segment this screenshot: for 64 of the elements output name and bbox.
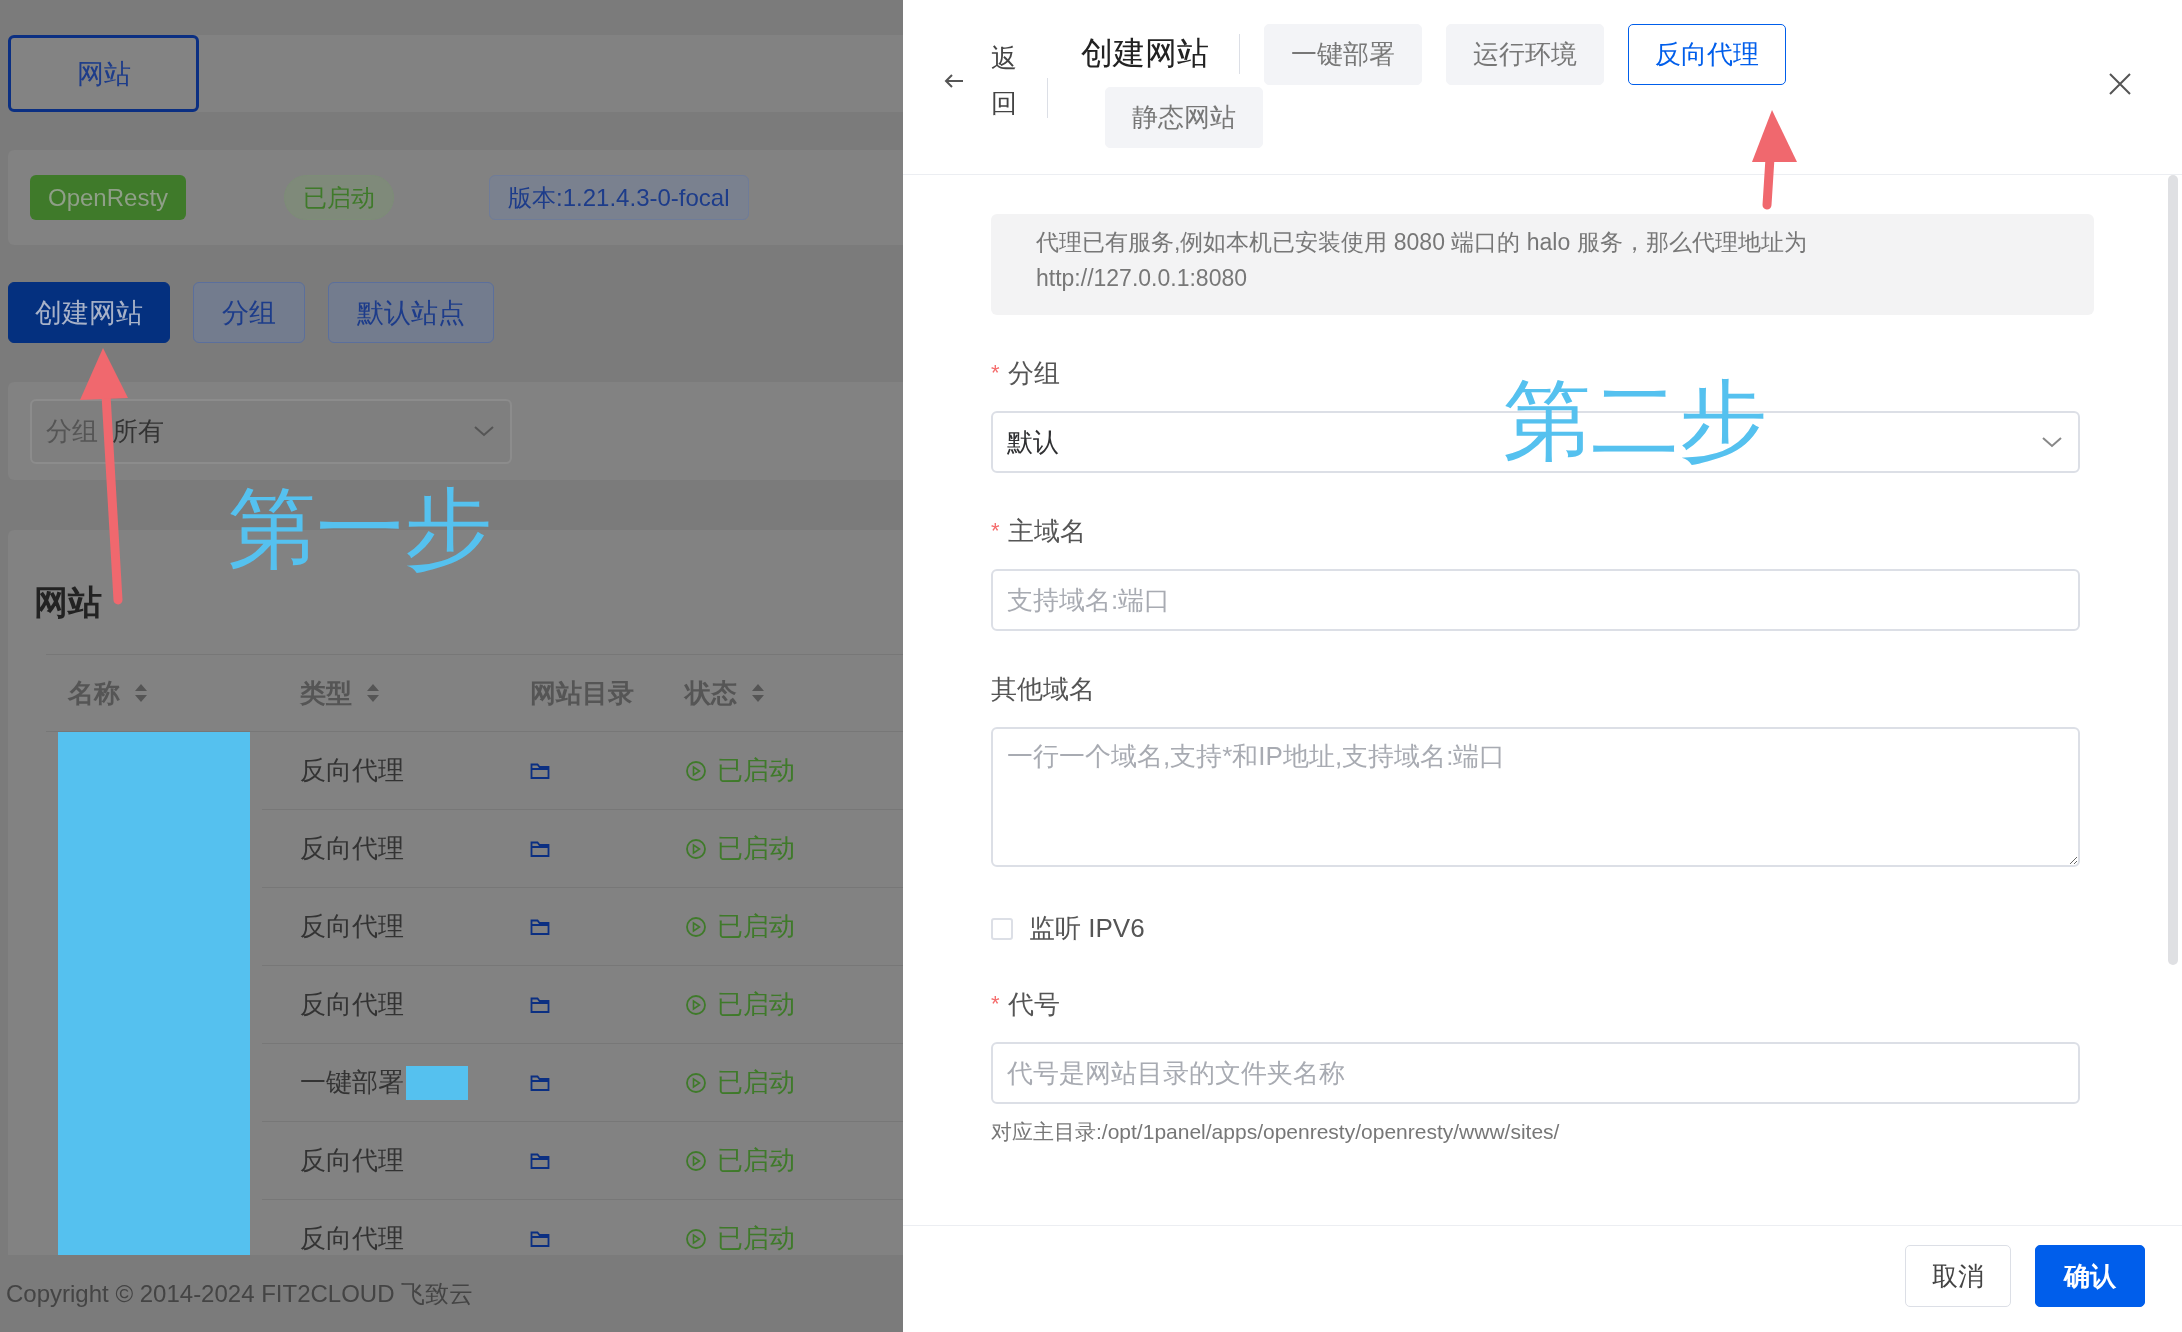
app-name-tag: OpenResty [30,175,187,220]
status-tag: 已启动 [284,175,395,220]
play-circle-icon [685,915,707,938]
footer-button[interactable]: 取消 [1905,1245,2011,1307]
required-mark: * [991,991,1000,1017]
play-circle-icon [685,759,707,782]
type-text: 反向代理 [300,910,404,943]
field-label: 主域名 [1007,514,1086,548]
close-icon[interactable] [2108,72,2132,96]
checkbox[interactable] [991,917,1013,940]
sort-icon[interactable] [134,683,148,703]
play-circle-icon [685,1227,707,1250]
website-tab[interactable]: 网站 [8,35,199,112]
field-label: 其他域名 [991,672,1095,706]
status-text: 已启动 [717,1144,795,1177]
sort-icon[interactable] [366,683,380,703]
field-hint: 对应主目录:/opt/1panel/apps/openresty/openresty/www/sites/ [991,1119,1561,1145]
play-circle-icon [685,1071,707,1094]
version-tag: 版本:1.21.4.3-0-focal [489,175,749,220]
action-button[interactable]: 默认站点 [328,282,494,343]
status-text: 已启动 [717,832,795,865]
info-notice: 代理已有服务,例如本机已安装使用 8080 端口的 halo 服务，那么代理地址为 http://127.0.0.1:8080 [991,214,2094,315]
site-type-tab[interactable]: 一键部署 [1264,24,1422,85]
action-button[interactable]: 分组 [193,282,305,343]
folder-icon[interactable] [530,995,550,1014]
status-text: 已启动 [717,1222,795,1255]
drawer-title: 创建网站 [1081,34,1240,74]
play-circle-icon [685,837,707,860]
folder-icon[interactable] [530,761,550,780]
folder-icon[interactable] [530,1073,550,1092]
site-type-tab[interactable]: 运行环境 [1446,24,1604,85]
folder-icon[interactable] [530,1151,550,1170]
input-field[interactable]: 代号是网站目录的文件夹名称 [991,1042,2080,1104]
site-type-tab[interactable]: 静态网站 [1105,87,1263,148]
action-button[interactable]: 创建网站 [8,282,170,343]
folder-icon[interactable] [530,839,550,858]
status-text: 已启动 [717,910,795,943]
required-mark: * [991,360,1000,386]
site-type-tab[interactable]: 反向代理 [1628,24,1786,85]
folder-icon[interactable] [530,1229,550,1248]
type-text: 反向代理 [300,1222,404,1255]
type-text: 反向代理 [300,1144,404,1177]
checkbox-label: 监听 IPV6 [1029,912,1145,945]
play-circle-icon [685,1149,707,1172]
status-text: 已启动 [717,1066,795,1099]
status-text: 已启动 [717,754,795,787]
input-field[interactable]: 支持域名:端口 [991,569,2080,631]
sort-icon[interactable] [751,683,765,703]
field-label: 分组 [1007,356,1060,390]
folder-icon[interactable] [530,917,550,936]
play-circle-icon [685,993,707,1016]
required-mark: * [991,518,1000,544]
type-text: 反向代理 [300,754,404,787]
footer-button[interactable]: 确认 [2035,1245,2145,1307]
field-label: 代号 [1007,987,1060,1021]
status-text: 已启动 [717,988,795,1021]
step-annotation: 第一步 [228,486,492,574]
textarea-field[interactable]: 一行一个域名,支持*和IP地址,支持域名:端口 [991,727,2080,867]
scrollbar[interactable] [2168,175,2178,965]
table-title: 网站 [34,582,103,623]
type-text: 反向代理 [300,988,404,1021]
type-text: 反向代理 [300,832,404,865]
type-text: 一键部署 [300,1066,404,1099]
back-link[interactable]: 返回 [991,35,1017,127]
